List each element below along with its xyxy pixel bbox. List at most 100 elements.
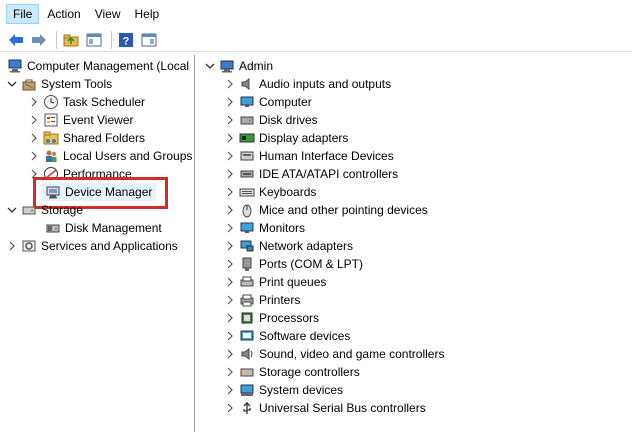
up-folder-icon[interactable] (61, 30, 81, 50)
chevron-right-icon[interactable] (224, 258, 236, 270)
device-tree-root[interactable]: Admin (204, 57, 273, 75)
mouse-icon (239, 202, 255, 218)
menu-action[interactable]: Action (41, 5, 86, 23)
chevron-right-icon[interactable] (224, 114, 236, 126)
chevron-right-icon[interactable] (28, 114, 40, 126)
device-category-item[interactable]: Storage controllers (224, 363, 360, 381)
device-category-label: Network adapters (259, 239, 354, 253)
chevron-down-icon[interactable] (204, 60, 216, 72)
chevron-right-icon[interactable] (28, 150, 40, 162)
forward-arrow-icon[interactable] (29, 30, 49, 50)
device-category-label: Printers (259, 293, 301, 307)
show-hide-tree-icon[interactable] (84, 30, 104, 50)
chevron-right-icon[interactable] (224, 348, 236, 360)
tree-item-disk-management[interactable]: Disk Management (42, 219, 162, 237)
software-device-icon (239, 328, 255, 344)
storage-controller-icon (239, 364, 255, 380)
processor-icon (239, 310, 255, 326)
device-category-item[interactable]: Software devices (224, 327, 350, 345)
users-icon (43, 148, 59, 164)
device-category-item[interactable]: System devices (224, 381, 343, 399)
chevron-right-icon[interactable] (224, 132, 236, 144)
computer-icon (219, 58, 235, 74)
chevron-right-icon[interactable] (224, 366, 236, 378)
computer-management-icon (7, 58, 23, 74)
chevron-right-icon[interactable] (224, 78, 236, 90)
chevron-right-icon[interactable] (224, 222, 236, 234)
device-category-item[interactable]: Display adapters (224, 129, 348, 147)
device-category-item[interactable]: Printers (224, 291, 300, 309)
device-category-item[interactable]: Human Interface Devices (224, 147, 394, 165)
chevron-right-icon[interactable] (224, 204, 236, 216)
chevron-right-icon[interactable] (28, 132, 40, 144)
tree-item-label: System Tools (41, 77, 113, 91)
device-category-label: Keyboards (259, 185, 317, 199)
tree-item-label: Shared Folders (63, 131, 146, 145)
tree-item-computer-management[interactable]: Computer Management (Local (4, 57, 189, 75)
menu-file[interactable]: File (6, 4, 40, 24)
back-arrow-icon[interactable] (6, 30, 26, 50)
device-category-item[interactable]: Sound, video and game controllers (224, 345, 444, 363)
chevron-right-icon[interactable] (224, 294, 236, 306)
device-category-item[interactable]: Print queues (224, 273, 326, 291)
console-tree-pane[interactable]: Computer Management (Local System Tools … (0, 55, 195, 432)
tree-item-event-viewer[interactable]: Event Viewer (28, 111, 133, 129)
network-adapter-icon (239, 238, 255, 254)
sound-icon (239, 346, 255, 362)
chevron-down-icon[interactable] (6, 204, 18, 216)
tree-item-system-tools[interactable]: System Tools (6, 75, 112, 93)
tree-item-shared-folders[interactable]: Shared Folders (28, 129, 145, 147)
device-category-item[interactable]: Computer (224, 93, 312, 111)
menu-view[interactable]: View (89, 5, 127, 23)
chevron-right-icon[interactable] (28, 96, 40, 108)
system-device-icon (239, 382, 255, 398)
tree-item-device-manager[interactable]: Device Manager (42, 183, 157, 201)
device-tree-pane[interactable]: Admin Audio inputs and outputs Computer Di… (198, 55, 632, 432)
device-category-item[interactable]: Ports (COM & LPT) (224, 255, 363, 273)
chevron-right-icon[interactable] (224, 402, 236, 414)
ide-controller-icon (239, 166, 255, 182)
device-category-item[interactable]: IDE ATA/ATAPI controllers (224, 165, 398, 183)
chevron-right-icon[interactable] (224, 276, 236, 288)
chevron-right-icon[interactable] (224, 168, 236, 180)
tree-item-label: Task Scheduler (63, 95, 146, 109)
help-icon[interactable]: ? (116, 30, 136, 50)
chevron-right-icon[interactable] (224, 240, 236, 252)
chevron-down-icon[interactable] (6, 78, 18, 90)
device-category-label: Print queues (259, 275, 327, 289)
tree-item-label: Event Viewer (63, 113, 134, 127)
tree-item-local-users[interactable]: Local Users and Groups (28, 147, 192, 165)
device-category-item[interactable]: Disk drives (224, 111, 318, 129)
chevron-right-icon[interactable] (6, 240, 18, 252)
menu-help[interactable]: Help (129, 5, 166, 23)
device-category-label: Sound, video and game controllers (259, 347, 445, 361)
chevron-right-icon[interactable] (224, 186, 236, 198)
toolbar-separator (111, 30, 112, 49)
device-category-item[interactable]: Network adapters (224, 237, 353, 255)
device-category-item[interactable]: Mice and other pointing devices (224, 201, 428, 219)
device-category-label: Mice and other pointing devices (259, 203, 428, 217)
monitor-icon (239, 94, 255, 110)
device-category-label: Human Interface Devices (259, 149, 394, 163)
device-category-item[interactable]: Audio inputs and outputs (224, 75, 391, 93)
tree-item-task-scheduler[interactable]: Task Scheduler (28, 93, 145, 111)
chevron-right-icon[interactable] (224, 150, 236, 162)
device-category-item[interactable]: Processors (224, 309, 319, 327)
device-category-label: Disk drives (259, 113, 318, 127)
toolbar-separator (56, 30, 57, 49)
device-category-item[interactable]: Monitors (224, 219, 305, 237)
device-tree-root-label: Admin (239, 59, 274, 73)
storage-icon (21, 202, 37, 218)
chevron-right-icon[interactable] (224, 330, 236, 342)
device-category-item[interactable]: Keyboards (224, 183, 316, 201)
device-category-item[interactable]: Universal Serial Bus controllers (224, 399, 426, 417)
toolbar: ? (0, 28, 632, 52)
printer-icon (239, 292, 255, 308)
tree-item-services-applications[interactable]: Services and Applications (6, 237, 178, 255)
properties-icon[interactable] (139, 30, 159, 50)
device-category-label: Monitors (259, 221, 306, 235)
chevron-right-icon[interactable] (224, 312, 236, 324)
tree-item-storage[interactable]: Storage (6, 201, 83, 219)
chevron-right-icon[interactable] (224, 96, 236, 108)
chevron-right-icon[interactable] (224, 384, 236, 396)
